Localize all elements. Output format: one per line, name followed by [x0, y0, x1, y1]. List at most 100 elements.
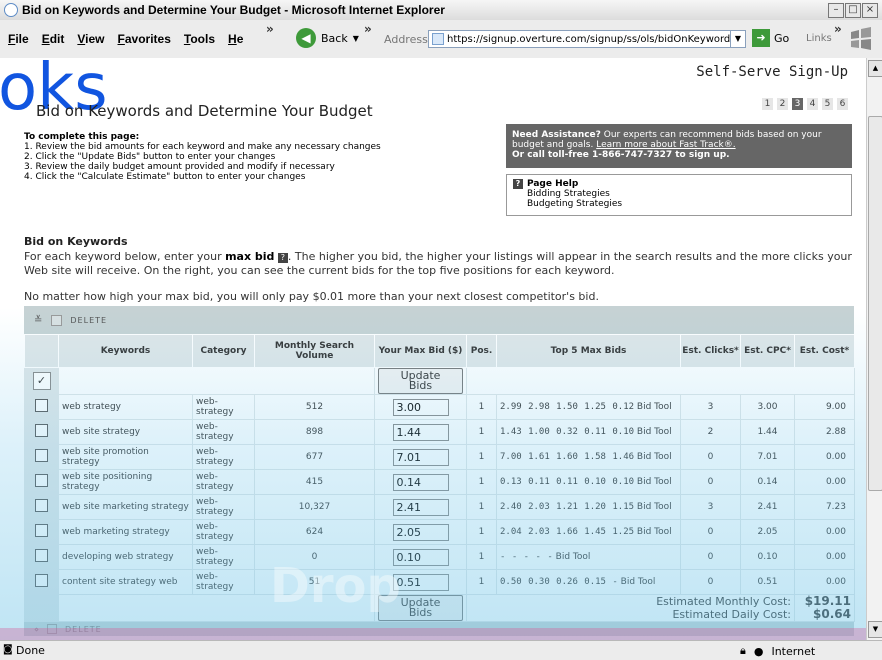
- bid-tool-link[interactable]: Bid Tool: [637, 527, 672, 537]
- back-label: Back: [321, 31, 348, 45]
- links-overflow-chevron-icon[interactable]: »: [834, 22, 842, 36]
- menu-view[interactable]: View: [77, 32, 104, 46]
- close-button[interactable]: ×: [862, 3, 878, 18]
- update-row-bottom: Update Bids Estimated Monthly Cost: Esti…: [24, 594, 855, 622]
- row-checkbox[interactable]: [35, 549, 48, 562]
- max-bid-input[interactable]: [392, 423, 449, 441]
- delete-checkbox-icon[interactable]: [51, 314, 63, 326]
- row-checkbox[interactable]: [35, 574, 48, 587]
- menu-overflow-chevron-icon[interactable]: »: [266, 22, 274, 36]
- clicks-cell: 0: [680, 544, 741, 570]
- bid-tool-link[interactable]: Bid Tool: [637, 402, 672, 412]
- category-cell: web-strategy: [192, 494, 255, 520]
- select-all-checkbox[interactable]: ✓: [32, 372, 51, 390]
- pos-cell: 1: [466, 569, 497, 595]
- expand-icon[interactable]: ⋄: [34, 625, 39, 634]
- update-bids-button-top[interactable]: Update Bids: [378, 368, 463, 394]
- clicks-cell: 3: [680, 394, 741, 420]
- address-url[interactable]: https://signup.overture.com/signup/ss/ol…: [447, 34, 730, 45]
- bid-tool-link[interactable]: Bid Tool: [556, 552, 591, 562]
- step-2: 2: [777, 98, 788, 110]
- bid-text-part: For each keyword below, enter your: [24, 250, 226, 263]
- row-checkbox[interactable]: [35, 449, 48, 462]
- address-bar[interactable]: https://signup.overture.com/signup/ss/ol…: [428, 30, 746, 48]
- back-button[interactable]: ◀ Back ▼: [296, 28, 359, 48]
- page-icon: [432, 33, 444, 45]
- cpc-cell: 7.01: [740, 444, 795, 470]
- scroll-down-icon[interactable]: ▼: [868, 621, 882, 638]
- bid-text-bold: max bid: [225, 250, 275, 263]
- pos-cell: 1: [466, 444, 497, 470]
- assist-title: Need Assistance?: [512, 130, 601, 140]
- category-cell: web-strategy: [192, 469, 255, 495]
- ie-page-icon: [4, 3, 18, 17]
- menu-tools[interactable]: Tools: [184, 32, 215, 46]
- page-heading: Bid on Keywords and Determine Your Budge…: [36, 102, 373, 120]
- cost-cell: 0.00: [794, 519, 855, 545]
- max-bid-input[interactable]: [392, 523, 449, 541]
- go-button[interactable]: ➜ Go: [752, 29, 789, 47]
- header-maxbid: Your Max Bid ($): [374, 334, 467, 368]
- row-checkbox[interactable]: [35, 524, 48, 537]
- links-label[interactable]: Links: [806, 33, 832, 44]
- address-label: Address: [384, 33, 428, 46]
- toolbar-overflow-chevron-icon[interactable]: »: [364, 22, 372, 36]
- budgeting-strategies-link[interactable]: Budgeting Strategies: [513, 199, 845, 209]
- bid-tool-link[interactable]: Bid Tool: [637, 502, 672, 512]
- menu-help[interactable]: He: [228, 32, 243, 46]
- delete-button-bottom[interactable]: Delete: [65, 625, 102, 634]
- category-cell: web-strategy: [192, 444, 255, 470]
- menu-edit[interactable]: Edit: [42, 32, 65, 46]
- step-5: 5: [822, 98, 833, 110]
- brand-title: Self-Serve Sign-Up: [696, 64, 848, 80]
- table-row: web marketing strategyweb-strategy62412.…: [24, 519, 855, 545]
- menu-favorites[interactable]: Favorites: [118, 32, 171, 46]
- table-row: web strategyweb-strategy512 12.99 2.98 1.…: [24, 394, 855, 420]
- delete-button[interactable]: Delete: [70, 316, 107, 325]
- max-bid-input[interactable]: [392, 498, 449, 516]
- address-dropdown-icon[interactable]: ▼: [730, 31, 745, 47]
- table-row: content site strategy webweb-strategy51 1…: [24, 569, 855, 595]
- top5-bids: 2.40 2.03 1.21 1.20 1.15: [500, 502, 635, 512]
- top5-bids: 0.50 0.30 0.26 0.15 -: [500, 577, 618, 587]
- collapse-icon[interactable]: ≚: [34, 315, 43, 326]
- max-bid-input[interactable]: [392, 548, 449, 566]
- bid-tool-link[interactable]: Bid Tool: [637, 427, 672, 437]
- maximize-button[interactable]: □: [845, 3, 861, 18]
- row-checkbox[interactable]: [35, 499, 48, 512]
- bid-tool-link[interactable]: Bid Tool: [637, 477, 672, 487]
- step-6: 6: [837, 98, 848, 110]
- max-bid-input[interactable]: [392, 573, 449, 591]
- header-cpc: Est. CPC*: [740, 334, 795, 368]
- table-row: web site positioning strategy web-strateg…: [24, 469, 855, 495]
- header-pos: Pos.: [466, 334, 497, 368]
- max-bid-input[interactable]: [392, 398, 449, 416]
- row-checkbox[interactable]: [35, 399, 48, 412]
- clicks-cell: 2: [680, 419, 741, 445]
- back-dropdown-icon[interactable]: ▼: [353, 34, 359, 43]
- back-arrow-icon: ◀: [296, 28, 316, 48]
- minimize-button[interactable]: –: [828, 3, 844, 18]
- step-4: 4: [807, 98, 818, 110]
- bid-tool-link[interactable]: Bid Tool: [637, 452, 672, 462]
- row-checkbox[interactable]: [35, 424, 48, 437]
- bid-tool-link[interactable]: Bid Tool: [621, 577, 656, 587]
- scroll-thumb[interactable]: [868, 116, 882, 491]
- delete-bar-bottom: ⋄ Delete: [24, 622, 854, 636]
- volume-cell: 0: [254, 544, 375, 570]
- max-bid-input[interactable]: [392, 448, 449, 466]
- table-row: web site marketing strategy web-strategy 1…: [24, 494, 855, 520]
- delete-bar-top: ≚ Delete: [24, 306, 854, 334]
- update-bids-button-bottom[interactable]: Update Bids: [378, 595, 463, 621]
- delete-checkbox-bottom-icon[interactable]: [47, 624, 58, 634]
- bidding-strategies-link[interactable]: Bidding Strategies: [513, 189, 845, 199]
- fast-track-link[interactable]: Learn more about Fast Track®.: [596, 140, 735, 150]
- scroll-up-icon[interactable]: ▲: [868, 60, 882, 77]
- row-checkbox[interactable]: [35, 474, 48, 487]
- windows-logo-icon: [851, 27, 871, 50]
- max-bid-input[interactable]: [392, 473, 449, 491]
- menu-file[interactable]: File: [8, 32, 29, 46]
- instruction-item: 1. Review the bid amounts for each keywo…: [24, 142, 381, 152]
- max-bid-help-icon[interactable]: ?: [277, 253, 288, 263]
- vertical-scrollbar[interactable]: ▲ ▼: [866, 58, 882, 640]
